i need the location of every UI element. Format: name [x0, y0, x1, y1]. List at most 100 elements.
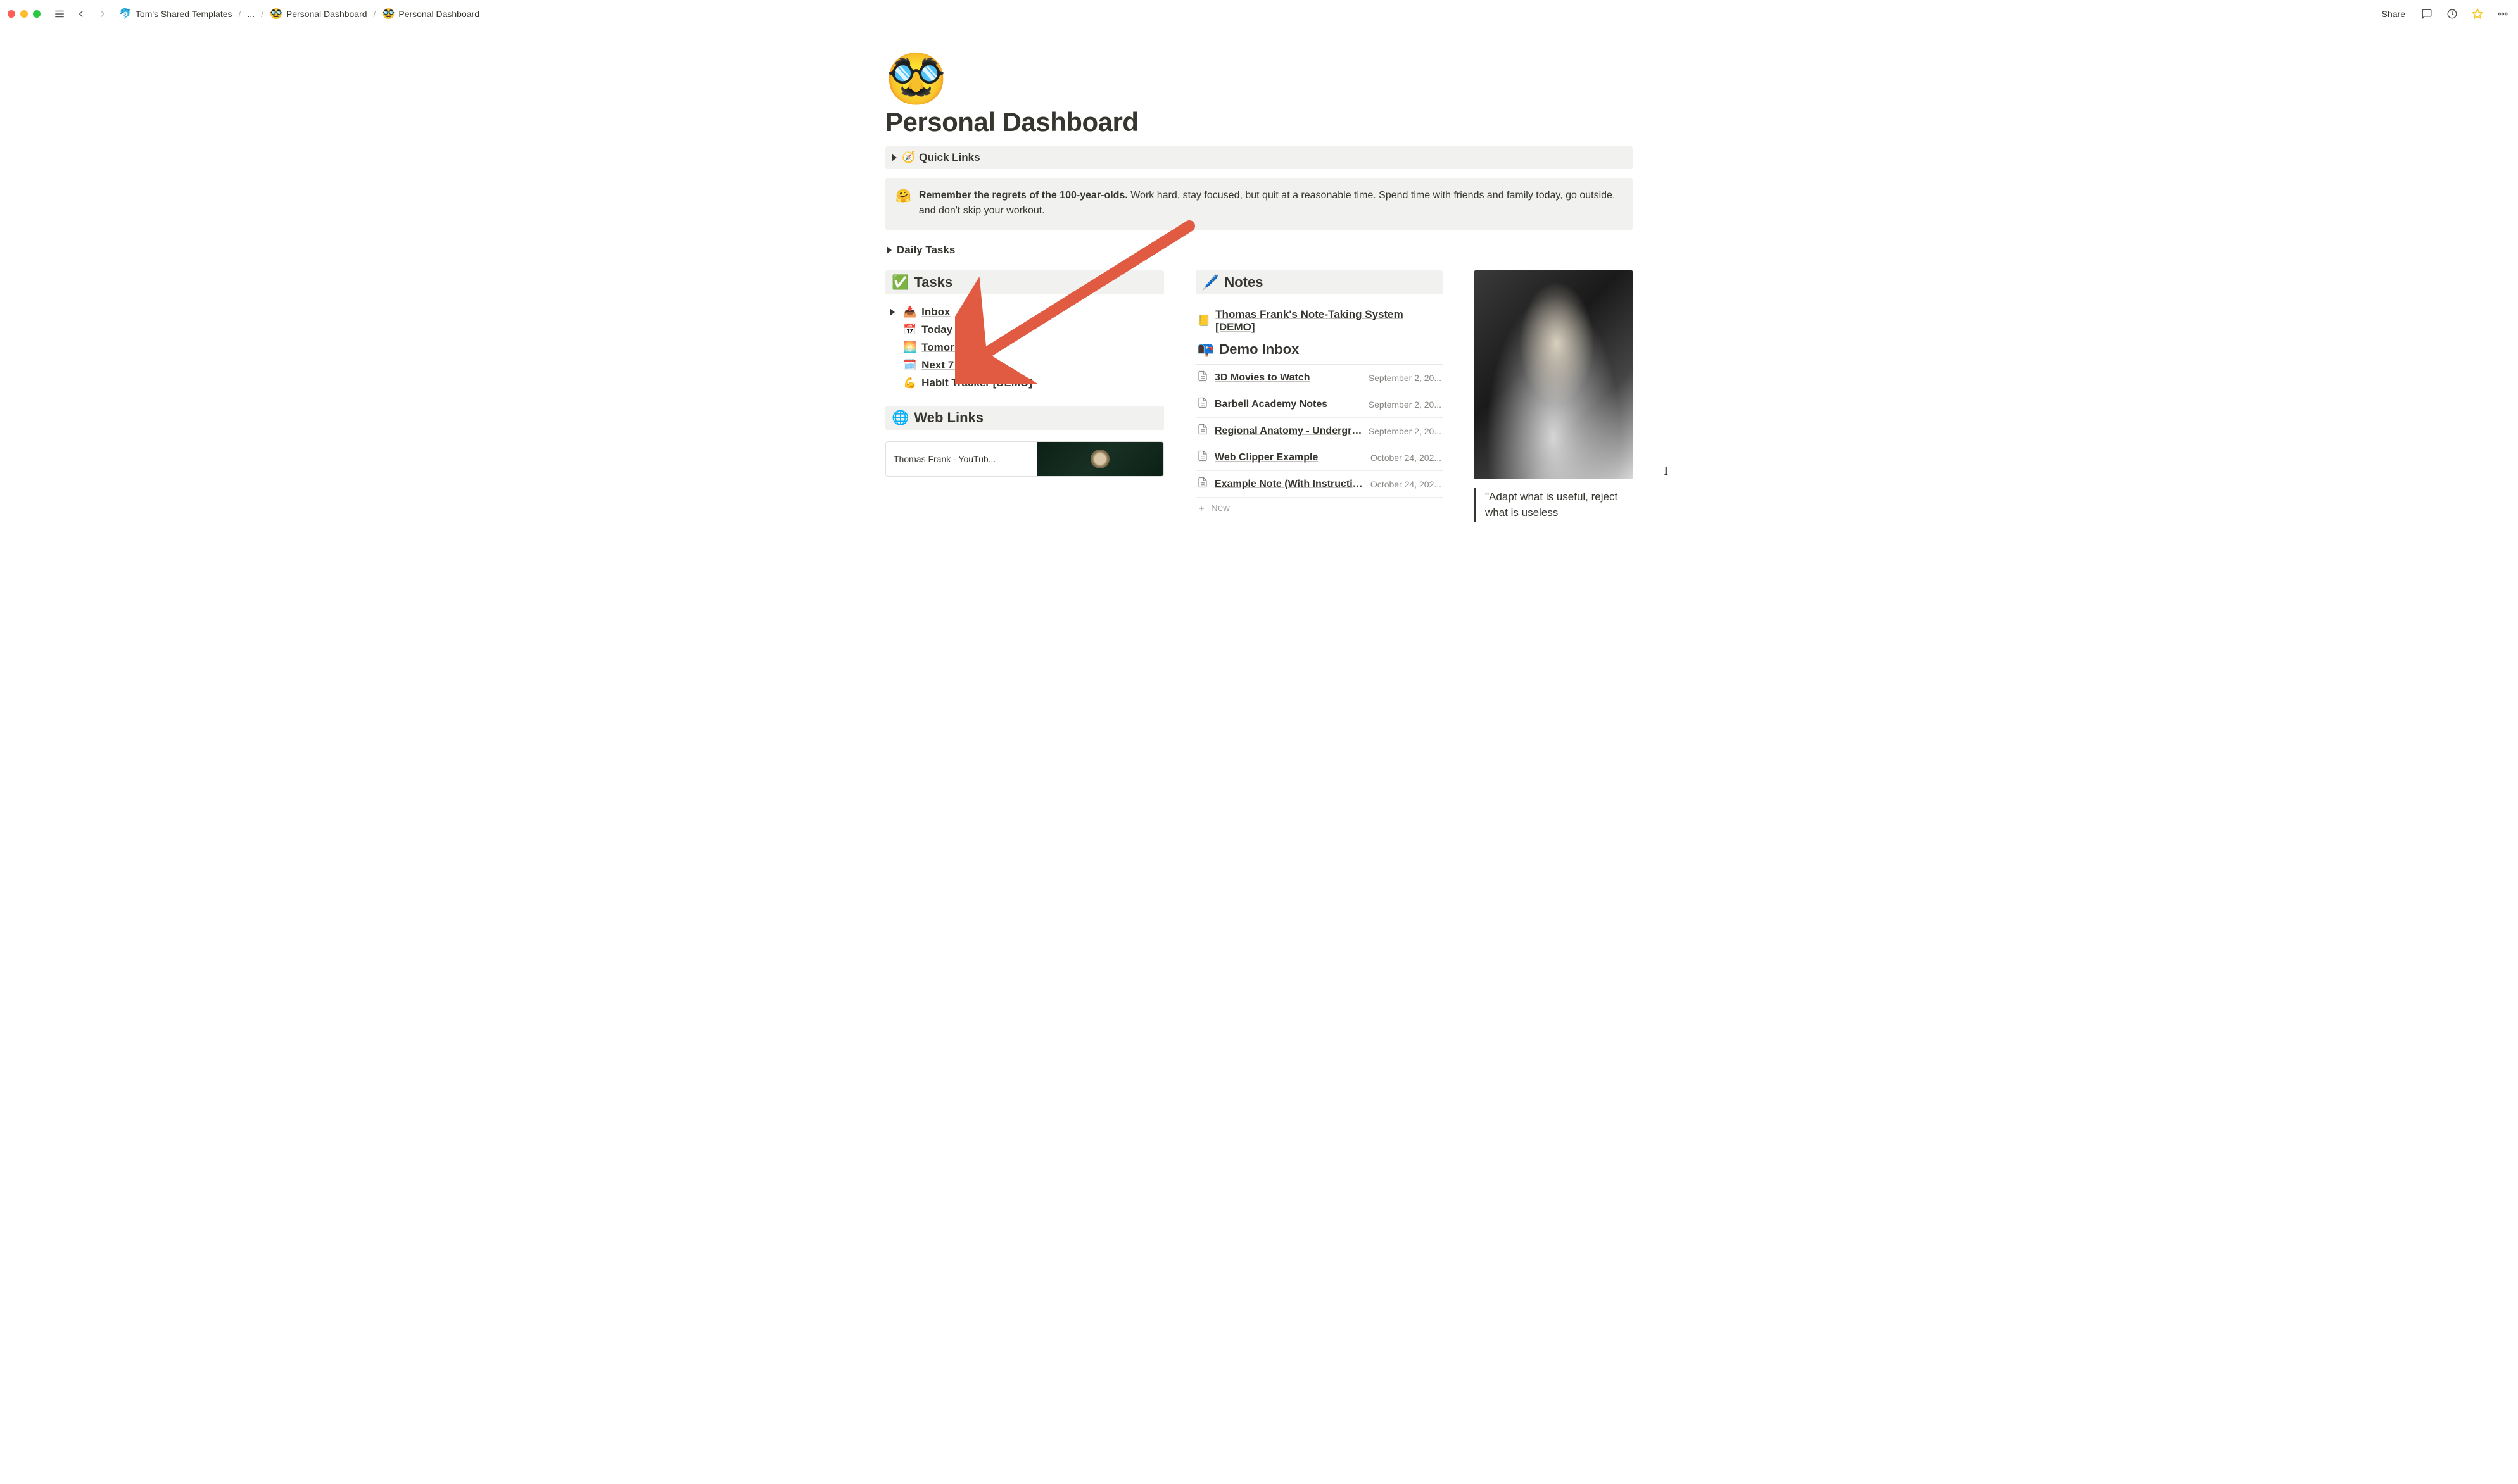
task-link-tomorrow[interactable]: 🌅 Tomorrow [887, 341, 1164, 354]
breadcrumb-separator: / [239, 9, 241, 19]
bookmark-thumbnail [1037, 442, 1163, 476]
notes-header[interactable]: 🖊️ Notes [1196, 270, 1443, 294]
quote-block[interactable]: "Adapt what is useful, reject what is us… [1474, 488, 1633, 522]
comments-icon[interactable] [2419, 6, 2434, 22]
note-date: September 2, 20... [1369, 399, 1441, 410]
favorite-star-icon[interactable] [2470, 6, 2485, 22]
note-row[interactable]: Regional Anatomy - Undergrad... Septembe… [1196, 418, 1443, 444]
compass-icon: 🧭 [902, 151, 915, 164]
note-title: Regional Anatomy - Undergrad... [1215, 425, 1362, 437]
caret-right-icon [892, 154, 897, 161]
breadcrumb-label: Personal Dashboard [398, 9, 479, 19]
pen-icon: 🖊️ [1202, 274, 1219, 291]
note-date: September 2, 20... [1369, 426, 1441, 436]
new-note-label: New [1211, 503, 1230, 513]
caret-right-icon [887, 246, 892, 254]
breadcrumb-item-current[interactable]: 🥸 Personal Dashboard [379, 6, 482, 22]
page-content: 🥸 Personal Dashboard 🧭 Quick Links 🤗 Rem… [860, 28, 1658, 522]
tasks-list: 📥 Inbox 📅 Today 🌅 Tomorrow 🗓️ Next 7 Da [885, 306, 1164, 389]
callout-bold: Remember the regrets of the 100-year-old… [919, 190, 1128, 201]
document-icon [1197, 450, 1208, 465]
notes-header-label: Notes [1224, 274, 1263, 291]
task-link-label: Next 7 Days [921, 359, 982, 372]
weblinks-header[interactable]: 🌐 Web Links [885, 406, 1164, 430]
check-mark-icon: ✅ [892, 274, 909, 291]
daily-tasks-label: Daily Tasks [897, 244, 955, 256]
quick-links-label: Quick Links [919, 151, 980, 164]
page-title[interactable]: Personal Dashboard [885, 107, 1633, 137]
globe-icon: 🌐 [892, 410, 909, 426]
topbar: 🐬 Tom's Shared Templates / ... / 🥸 Perso… [0, 0, 2518, 28]
nav-forward-icon[interactable] [95, 6, 110, 22]
note-title: Barbell Academy Notes [1215, 399, 1362, 410]
calendar-icon: 📅 [903, 324, 916, 336]
sidebar-toggle-icon[interactable] [52, 6, 67, 22]
task-link-label: Today [921, 324, 952, 336]
share-button[interactable]: Share [2378, 8, 2409, 20]
notes-inbox-header[interactable]: 📭 Demo Inbox [1196, 336, 1443, 365]
spiral-calendar-icon: 🗓️ [903, 359, 916, 372]
sunrise-icon: 🌅 [903, 341, 916, 354]
note-date: October 24, 202... [1370, 453, 1441, 463]
breadcrumb-label: ... [247, 9, 255, 19]
note-row[interactable]: Web Clipper Example October 24, 202... [1196, 444, 1443, 471]
tasks-header-label: Tasks [914, 274, 952, 291]
hugging-face-icon: 🤗 [895, 188, 911, 218]
new-note-button[interactable]: New [1196, 498, 1443, 519]
tasks-header[interactable]: ✅ Tasks [885, 270, 1164, 294]
quote-text: "Adapt what is useful, reject what is us… [1485, 491, 1617, 519]
note-row[interactable]: Example Note (With Instruction... Octobe… [1196, 471, 1443, 498]
topbar-actions: Share [2378, 6, 2510, 22]
callout-block[interactable]: 🤗 Remember the regrets of the 100-year-o… [885, 178, 1633, 230]
notebook-icon: 📒 [1197, 315, 1210, 327]
task-link-label: Inbox [921, 306, 950, 318]
daily-tasks-toggle[interactable]: Daily Tasks [885, 239, 1633, 261]
notes-column: 🖊️ Notes 📒 Thomas Frank's Note-Taking Sy… [1196, 270, 1443, 522]
updates-clock-icon[interactable] [2445, 6, 2460, 22]
nav-back-icon[interactable] [73, 6, 89, 22]
sidebar-column: "Adapt what is useful, reject what is us… [1474, 270, 1633, 522]
breadcrumb-item-ellipsis[interactable]: ... [244, 8, 257, 20]
window-maximize-button[interactable] [33, 10, 41, 18]
notes-inbox-label: Demo Inbox [1219, 341, 1299, 358]
bookmark-meta: Thomas Frank - YouTub... [886, 442, 1037, 476]
columns-layout: ✅ Tasks 📥 Inbox 📅 Today 🌅 Tomorrow [885, 270, 1633, 522]
page-emoji[interactable]: 🥸 [885, 54, 1633, 103]
note-date: September 2, 20... [1369, 373, 1441, 383]
text-cursor-icon: I [1664, 464, 1668, 479]
plus-icon [1197, 504, 1206, 513]
notes-list: 3D Movies to Watch September 2, 20... Ba… [1196, 365, 1443, 519]
mailbox-icon: 📭 [1197, 341, 1214, 358]
breadcrumb-item-parent[interactable]: 🥸 Personal Dashboard [267, 6, 370, 22]
document-icon [1197, 476, 1208, 492]
bookmark-title: Thomas Frank - YouTub... [894, 454, 1029, 464]
window-close-button[interactable] [8, 10, 15, 18]
notes-system-link[interactable]: 📒 Thomas Frank's Note-Taking System [DEM… [1196, 306, 1443, 336]
more-menu-icon[interactable] [2495, 6, 2510, 22]
task-link-today[interactable]: 📅 Today [887, 324, 1164, 336]
task-link-label: Tomorrow [921, 341, 973, 354]
note-title: 3D Movies to Watch [1215, 372, 1362, 384]
document-icon [1197, 423, 1208, 439]
note-row[interactable]: Barbell Academy Notes September 2, 20... [1196, 391, 1443, 418]
web-bookmark[interactable]: Thomas Frank - YouTub... [885, 441, 1164, 477]
window-minimize-button[interactable] [20, 10, 28, 18]
disguise-face-icon: 🥸 [382, 8, 395, 20]
task-link-inbox[interactable]: 📥 Inbox [887, 306, 1164, 318]
note-row[interactable]: 3D Movies to Watch September 2, 20... [1196, 365, 1443, 391]
task-link-next7[interactable]: 🗓️ Next 7 Days [887, 359, 1164, 372]
note-title: Web Clipper Example [1215, 452, 1364, 463]
breadcrumb-item-root[interactable]: 🐬 Tom's Shared Templates [117, 6, 235, 22]
callout-text: Remember the regrets of the 100-year-old… [919, 188, 1623, 218]
tasks-column: ✅ Tasks 📥 Inbox 📅 Today 🌅 Tomorrow [885, 270, 1164, 522]
note-date: October 24, 202... [1370, 479, 1441, 489]
breadcrumb-label: Tom's Shared Templates [136, 9, 232, 19]
flexed-biceps-icon: 💪 [903, 377, 916, 389]
document-icon [1197, 370, 1208, 386]
task-link-habits[interactable]: 💪 Habit Tracker [DEMO] [887, 377, 1164, 389]
window-controls [8, 10, 41, 18]
quick-links-toggle[interactable]: 🧭 Quick Links [885, 146, 1633, 169]
inspiration-image[interactable] [1474, 270, 1633, 479]
caret-right-icon [890, 308, 895, 316]
document-icon [1197, 396, 1208, 412]
